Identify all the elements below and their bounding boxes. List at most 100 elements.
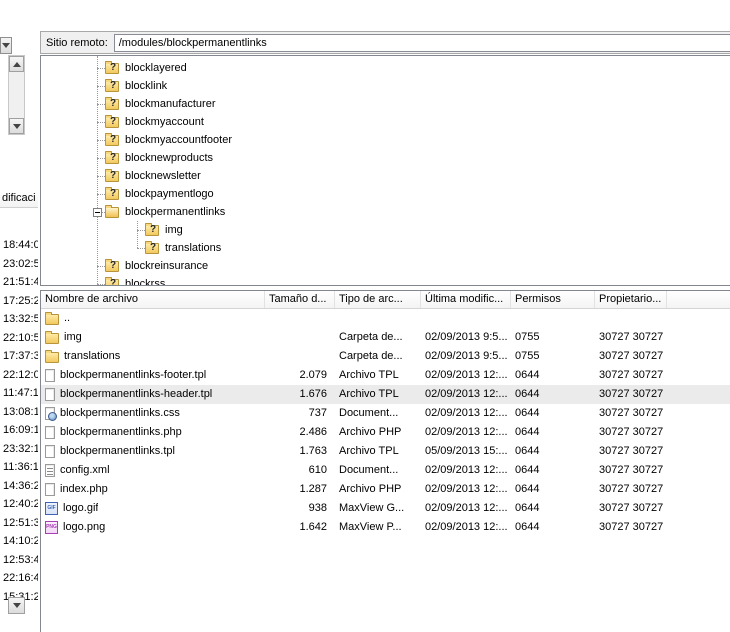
local-list-row-fragment[interactable]: 12:40:2	[3, 495, 38, 514]
file-type-cell: Archivo TPL	[339, 369, 399, 381]
tree-item-blockmyaccountfooter[interactable]: blockmyaccountfooter	[41, 131, 730, 149]
file-perms-cell: 0644	[515, 464, 540, 476]
file-row-config.xml[interactable]: config.xml 610 Document... 02/09/2013 12:..…	[41, 461, 730, 480]
local-tree-scrollbar[interactable]	[8, 55, 25, 135]
file-row-blockpermanentlinks.tpl[interactable]: blockpermanentlinks.tpl 1.763 Archivo TPL 0…	[41, 442, 730, 461]
remote-path-input[interactable]: /modules/blockpermanentlinks	[113, 33, 730, 52]
local-list-row-fragment[interactable]: 21:51:4	[3, 273, 38, 292]
tree-item-blockrss[interactable]: blockrss	[41, 275, 730, 285]
column-header-0[interactable]: Nombre de archivo	[41, 291, 265, 308]
local-list-row-fragment[interactable]: 13:32:5	[3, 310, 38, 329]
local-times-column: 18:44:0 23:02:5 21:51:4 17:25:2 13:32:5 22:10…	[3, 236, 38, 606]
page-icon	[45, 388, 55, 401]
local-list-row-fragment[interactable]: 22:10:5	[3, 329, 38, 348]
file-name: ..	[64, 312, 71, 324]
file-name: logo.png	[63, 521, 106, 533]
tree-item-translations[interactable]: translations	[41, 239, 730, 257]
local-list-row-fragment[interactable]: 22:12:0	[3, 366, 38, 385]
file-perms-cell: 0644	[515, 388, 540, 400]
local-list-row-fragment[interactable]: 12:51:3	[3, 514, 38, 533]
tree-item-blocknewsletter[interactable]: blocknewsletter	[41, 167, 730, 185]
tree-connector-stub	[97, 104, 105, 105]
file-list-rows: .. img Carpeta de... 02/09/2013 9:5... 0755 3…	[41, 309, 730, 632]
local-list-row-fragment[interactable]: 11:36:1	[3, 458, 38, 477]
collapse-toggle[interactable]	[93, 208, 102, 217]
local-list-row-fragment[interactable]: 23:02:5	[3, 255, 38, 274]
local-list-row-fragment[interactable]: 11:47:1	[3, 384, 38, 403]
folder-question-icon	[105, 151, 119, 164]
column-header-2[interactable]: Tipo de arc...	[335, 291, 421, 308]
file-owner-cell	[595, 309, 667, 328]
column-header-1[interactable]: Tamaño d...	[265, 291, 335, 308]
arrow-up-icon	[12, 61, 21, 67]
file-name-cell: ..	[41, 309, 265, 328]
tree-item-img[interactable]: img	[41, 221, 730, 239]
tree-connector-stub	[137, 230, 145, 231]
tree-item-blockmyaccount[interactable]: blockmyaccount	[41, 113, 730, 131]
local-list-row-fragment[interactable]: 18:44:0	[3, 236, 38, 255]
file-owner-cell: 30727 30727	[599, 464, 664, 476]
folder-icon	[45, 311, 59, 325]
file-row-index.php[interactable]: index.php 1.287 Archivo PHP 02/09/2013 12:.…	[41, 480, 730, 499]
file-row-img[interactable]: img Carpeta de... 02/09/2013 9:5... 0755 307…	[41, 328, 730, 347]
file-row-logo.png[interactable]: PNG logo.png 1.642 MaxView P... 02/09/2013 1…	[41, 518, 730, 537]
file-type-cell: Archivo PHP	[339, 426, 402, 438]
tree-connector-stub	[97, 86, 105, 87]
tree-item-blockreinsurance[interactable]: blockreinsurance	[41, 257, 730, 275]
file-name-cell: index.php	[41, 480, 265, 499]
tree-item-label: blockpermanentlinks	[125, 206, 226, 218]
file-name-cell: blockpermanentlinks.tpl	[41, 442, 265, 461]
file-row-blockpermanentlinks-header.tpl[interactable]: blockpermanentlinks-header.tpl 1.676 Archi…	[41, 385, 730, 404]
scroll-up-button[interactable]	[9, 56, 24, 72]
tree-item-blocknewproducts[interactable]: blocknewproducts	[41, 149, 730, 167]
local-list-row-fragment[interactable]: 12:53:4	[3, 551, 38, 570]
local-list-scroll-button[interactable]	[8, 597, 25, 614]
file-row-blockpermanentlinks.css[interactable]: blockpermanentlinks.css 737 Document... 02/…	[41, 404, 730, 423]
page-lines-icon	[45, 464, 55, 477]
file-name: blockpermanentlinks.tpl	[60, 445, 175, 457]
local-list-row-fragment[interactable]: 22:16:4	[3, 569, 38, 588]
file-name: blockpermanentlinks.php	[60, 426, 182, 438]
local-list-row-fragment[interactable]: 14:36:2	[3, 477, 38, 496]
tree-item-blocklink[interactable]: blocklink	[41, 77, 730, 95]
tree-item-blockmanufacturer[interactable]: blockmanufacturer	[41, 95, 730, 113]
local-list-row-fragment[interactable]: 13:08:1	[3, 403, 38, 422]
file-perms-cell: 0644	[515, 426, 540, 438]
file-row-blockpermanentlinks-footer.tpl[interactable]: blockpermanentlinks-footer.tpl 2.079 Archi…	[41, 366, 730, 385]
file-row-blockpermanentlinks.php[interactable]: blockpermanentlinks.php 2.486 Archivo PHP 0…	[41, 423, 730, 442]
file-modified-cell: 02/09/2013 12:...	[425, 464, 508, 476]
file-owner-cell: 30727 30727	[599, 350, 664, 362]
file-name-cell: PNG logo.png	[41, 518, 265, 537]
remote-path-value: /modules/blockpermanentlinks	[118, 36, 267, 49]
tree-item-blocklayered[interactable]: blocklayered	[41, 59, 730, 77]
file-row-logo.gif[interactable]: GIF logo.gif 938 MaxView G... 02/09/2013 12:…	[41, 499, 730, 518]
file-row-translations[interactable]: translations Carpeta de... 02/09/2013 9:5.…	[41, 347, 730, 366]
ftp-client-remote-pane: dificaci 18:44:0 23:02:5 21:51:4 17:25:2 13:…	[0, 0, 730, 632]
tree-item-label: blocklayered	[125, 62, 187, 74]
local-list-row-fragment[interactable]: 17:37:3	[3, 347, 38, 366]
file-modified-cell: 02/09/2013 12:...	[425, 388, 508, 400]
column-header-5[interactable]: Propietario...	[595, 291, 667, 308]
file-row-..[interactable]: ..	[41, 309, 730, 328]
file-size-cell: 1.287	[299, 483, 327, 495]
local-site-dropdown-arrow-icon[interactable]	[0, 37, 12, 54]
scroll-down-button[interactable]	[9, 118, 24, 134]
local-list-row-fragment[interactable]: 16:09:1	[3, 421, 38, 440]
tree-item-label: blockreinsurance	[125, 260, 209, 272]
remote-file-list: Nombre de archivo Tamaño d... Tipo de arc.…	[40, 290, 730, 632]
local-list-row-fragment[interactable]: 14:10:2	[3, 532, 38, 551]
file-name: logo.gif	[63, 502, 99, 514]
column-header-3[interactable]: Última modific...	[421, 291, 511, 308]
file-size-cell: 938	[308, 502, 327, 514]
file-owner-cell: 30727 30727	[599, 426, 664, 438]
local-list-row-fragment[interactable]: 23:32:1	[3, 440, 38, 459]
tree-item-blockpaymentlogo[interactable]: blockpaymentlogo	[41, 185, 730, 203]
tree-item-label: blocklink	[125, 80, 168, 92]
column-header-4[interactable]: Permisos	[511, 291, 595, 308]
folder-question-icon	[145, 241, 159, 254]
folder-question-icon	[105, 115, 119, 128]
chevron-down-icon	[2, 43, 10, 48]
tree-item-blockpermanentlinks[interactable]: blockpermanentlinks	[41, 203, 730, 221]
local-list-row-fragment[interactable]: 17:25:2	[3, 292, 38, 311]
file-type-cell	[335, 309, 421, 328]
